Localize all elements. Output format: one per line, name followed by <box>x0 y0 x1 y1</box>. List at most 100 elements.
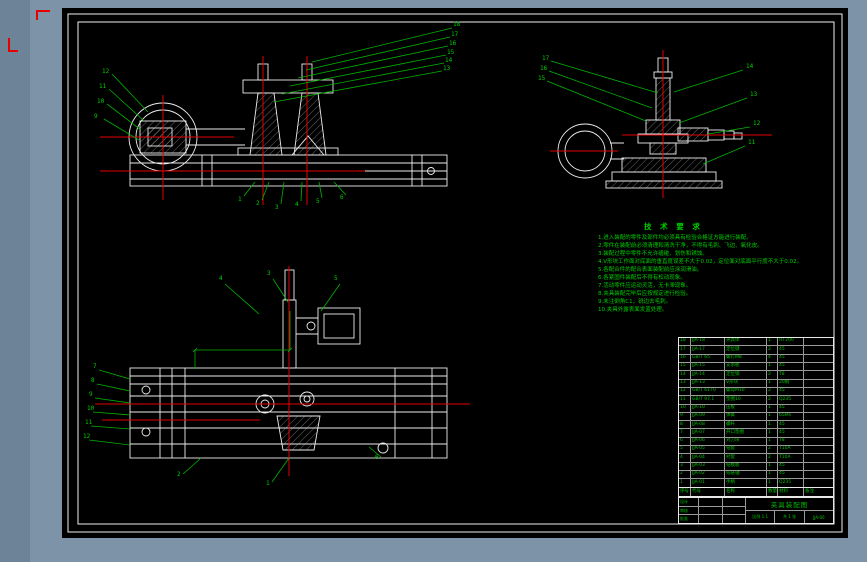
bom-cell-no: 9 <box>679 412 691 421</box>
part-balloon: 7 <box>93 363 97 370</box>
signoff-row: 设计 <box>679 498 745 506</box>
bom-cell-qty: 2 <box>767 396 778 404</box>
registration-mark-icon <box>36 10 50 20</box>
signoff-label: 批准 <box>679 515 699 524</box>
bom-cell-no: 15 <box>679 362 691 371</box>
tech-requirements-title: 技 术 要 求 <box>644 222 703 231</box>
part-balloon: 3 <box>275 204 279 211</box>
bom-cell-code: JJA-06 <box>691 437 725 446</box>
bom-cell-name: 对刀块 <box>725 437 767 446</box>
bom-cell-material: T8 <box>778 371 804 379</box>
bom-cell-material: Q235 <box>778 479 804 487</box>
bom-row: 17 JJA-17 定位键 2 45 <box>679 345 833 354</box>
bom-rows: 18 JJA-18 夹具体 1 HT200 17 JJA-17 定位键 2 45… <box>679 338 833 487</box>
part-balloon: 15 <box>538 75 546 82</box>
bom-cell-material: 45 <box>778 346 804 354</box>
bom-header-cell: 备注 <box>805 488 814 494</box>
bom-row: 1 JJA-01 手柄 1 Q235 <box>679 478 833 487</box>
part-balloon: 1 <box>238 196 242 203</box>
bom-cell-name: 手柄 <box>725 479 767 487</box>
registration-mark-icon <box>8 38 18 52</box>
tech-requirement-line: 10.夹具外露表面发蓝处理。 <box>598 307 668 313</box>
bom-cell-remark <box>804 388 833 395</box>
bom-cell-code: JJA-08 <box>691 421 725 429</box>
bom-cell-remark <box>804 429 833 436</box>
bom-cell-remark <box>804 421 833 428</box>
drawing-title: 夹具装配图 <box>770 501 809 510</box>
part-balloon: 12 <box>753 120 761 127</box>
bom-cell-remark <box>804 471 833 478</box>
title-block: 设计 审核 批准 夹具装配图 比例 1:1 共 1 张 JJA-00 <box>678 497 834 524</box>
part-balloon: 3 <box>267 270 271 277</box>
bom-cell-remark <box>804 396 833 403</box>
bom-cell-no: 18 <box>679 338 691 346</box>
drawing-scale: 比例 1:1 <box>746 511 776 523</box>
bom-row: 15 JJA-15 支承板 1 45 <box>679 361 833 371</box>
bom-cell-name: 钻模板 <box>725 462 767 470</box>
bom-row: 6 JJA-06 对刀块 1 T8 <box>679 436 833 446</box>
signoff-label: 设计 <box>679 498 699 506</box>
bom-cell-name: 弹簧 <box>725 412 767 421</box>
bom-cell-code: JJA-01 <box>691 479 725 487</box>
bom-row: 9 JJA-09 弹簧 1 65Mn <box>679 411 833 421</box>
signoff-blank <box>723 498 746 506</box>
part-balloon: 12 <box>83 433 91 440</box>
bom-cell-code: JJA-13 <box>691 379 725 387</box>
title-block-info: 比例 1:1 共 1 张 JJA-00 <box>746 510 833 523</box>
bom-header-cell: 序号 <box>679 487 691 496</box>
part-balloon: 5 <box>316 198 320 205</box>
bom-cell-material: 20钢 <box>778 379 804 387</box>
bom-row: 7 JJA-07 开口垫圈 1 45 <box>679 428 833 437</box>
bom-table: 18 JJA-18 夹具体 1 HT200 17 JJA-17 定位键 2 45… <box>678 337 834 497</box>
bom-cell-material: T8 <box>778 437 804 446</box>
bom-cell-name: 螺杆 <box>725 421 767 429</box>
bom-cell-no: 2 <box>679 471 691 479</box>
bom-cell-qty: 2 <box>767 454 778 462</box>
part-balloon: 9 <box>89 391 93 398</box>
bom-cell-remark <box>804 380 833 387</box>
bom-cell-remark <box>804 405 833 412</box>
bom-cell-qty: 1 <box>767 429 778 437</box>
drawing-sheets: 共 1 张 <box>775 511 805 523</box>
bom-row: 18 JJA-18 夹具体 1 HT200 <box>679 338 833 346</box>
bom-cell-code: GB/T 6170 <box>691 387 725 396</box>
bom-cell-no: 1 <box>679 479 691 487</box>
bom-cell-qty: 1 <box>767 462 778 470</box>
part-balloon: 11 <box>748 139 756 146</box>
bom-cell-no: 16 <box>679 354 691 362</box>
bom-cell-name: 垫圈10 <box>725 396 767 404</box>
bom-cell-material: 45 <box>778 404 804 412</box>
bom-header-cell: 名称 <box>725 487 767 496</box>
part-balloon: 6 <box>340 194 344 201</box>
bom-cell-name: 支承板 <box>725 362 767 371</box>
tech-requirement-line: 5.各配合件的配合表面装配前应涂润滑油。 <box>598 267 703 273</box>
bom-cell-remark <box>804 438 833 445</box>
bom-row: 4 JJA-04 衬套 2 T10A <box>679 453 833 462</box>
bom-row: 16 GB/T 65 螺钉M8 4 45 <box>679 353 833 362</box>
bom-cell-material: 45 <box>778 387 804 396</box>
part-balloon: 1 <box>266 480 270 487</box>
tech-requirements-text: 1.进入装配的零件及部件均必须具有检验合格证方能进行装配。 2.零件在装配前必须清… <box>598 234 822 314</box>
bom-cell-name: 定位销 <box>725 371 767 379</box>
part-balloon: 16 <box>540 65 548 72</box>
bom-cell-remark <box>804 355 833 362</box>
viewer-edge-strip <box>0 0 30 562</box>
bom-cell-no: 6 <box>679 437 691 446</box>
bom-cell-name: 钻套 <box>725 446 767 454</box>
part-balloon: 13 <box>750 91 758 98</box>
bom-header-cell: 数量 <box>767 487 778 496</box>
bom-row: 14 JJA-14 定位销 2 T8 <box>679 370 833 379</box>
bom-cell-code: JJA-14 <box>691 371 725 379</box>
bom-cell-material: T10A <box>778 454 804 462</box>
part-balloon: 18 <box>453 21 461 28</box>
bom-cell-name: V形块 <box>725 379 767 387</box>
part-balloon: 12 <box>102 68 110 75</box>
bom-cell-name: 压板 <box>725 404 767 412</box>
bom-cell-qty: 2 <box>767 387 778 396</box>
bom-header-cell: 代号 <box>691 487 725 496</box>
bom-cell-code: JJA-17 <box>691 346 725 354</box>
bom-cell-material: 65Mn <box>778 412 804 421</box>
tech-requirement-line: 7.活动零件应运动灵活，无卡滞现象。 <box>598 283 692 289</box>
part-balloon: 10 <box>87 405 95 412</box>
bom-cell-qty: 1 <box>767 379 778 387</box>
